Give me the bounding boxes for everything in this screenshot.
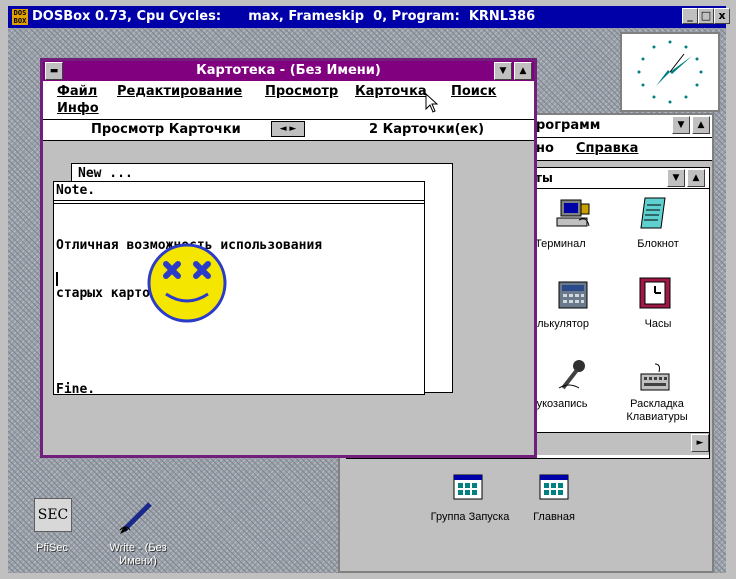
group-maximize-button[interactable]: ▲ (687, 169, 705, 187)
main-group-label: Главная (533, 511, 575, 523)
front-card[interactable]: Note. Отличная возможность использования… (53, 181, 425, 397)
dosbox-title-bar[interactable]: DOS BOX DOSBox 0.73, Cpu Cycles: max, Fr… (8, 6, 726, 28)
smiley-face-icon (147, 243, 227, 323)
calculator-icon[interactable] (555, 278, 591, 312)
scroll-right-button[interactable]: ► (691, 434, 709, 452)
terminal-label: Терминал (535, 238, 586, 250)
text-caret (56, 272, 58, 286)
clock-window[interactable] (620, 32, 720, 112)
clock-app-icon[interactable] (637, 276, 673, 310)
cardfile-system-menu-button[interactable]: ▬ (45, 62, 63, 80)
cardfile-minimize-button[interactable]: ▼ (494, 62, 512, 80)
menu-view[interactable]: Просмотр (265, 83, 338, 101)
view-mode-label: Просмотр Карточки (91, 122, 241, 137)
pm-maximize-button[interactable]: ▲ (692, 116, 710, 134)
card-nav-arrows[interactable]: ◄ ► (271, 121, 305, 137)
cardfile-title: Картотека - (Без Имени) (196, 63, 381, 78)
notepad-icon[interactable] (635, 196, 671, 230)
clock-face-icon (637, 40, 703, 104)
cardfile-maximize-button[interactable]: ▲ (514, 62, 532, 80)
mouse-cursor-icon (425, 93, 439, 113)
close-button[interactable]: x (714, 8, 730, 24)
card-body-line (56, 334, 322, 350)
cardfile-status-bar: Просмотр Карточки ◄ ► 2 Карточки(ек) (43, 119, 534, 141)
menu-edit[interactable]: Редактирование (117, 83, 242, 101)
startup-group-icon[interactable] (450, 473, 486, 507)
calculator-label: алькулятор (531, 318, 589, 330)
front-card-title: Note. (56, 183, 96, 198)
pfisec-label: PfiSec (36, 542, 68, 554)
card-area: New ... Note. Отличная возможность испол… (43, 141, 534, 455)
card-count: 2 Карточки(ек) (369, 122, 485, 137)
startup-group-label: Группа Запуска (430, 511, 510, 523)
dosbox-window: DOS BOX DOSBox 0.73, Cpu Cycles: max, Fr… (0, 0, 736, 579)
menu-card[interactable]: Карточка (355, 83, 427, 101)
dosbox-app-icon-label: DOS BOX (13, 9, 27, 25)
back-card-title: New ... (78, 166, 133, 181)
write-label: Write - (Без Имени) (109, 542, 167, 567)
card-header: Note. (54, 182, 424, 201)
maximize-button[interactable]: □ (698, 8, 714, 24)
terminal-icon[interactable] (555, 198, 591, 232)
write-app-icon[interactable] (116, 500, 156, 538)
cardfile-window: ▬ Картотека - (Без Имени) ▼ ▲ Файл Редак… (40, 58, 537, 458)
clock-label: Часы (644, 318, 672, 330)
group-title: ты (535, 171, 553, 185)
pm-menu-help[interactable]: Справка (576, 138, 638, 160)
dosbox-title-text: DOSBox 0.73, Cpu Cycles: max, Frameskip … (32, 9, 536, 24)
main-group-icon[interactable] (536, 473, 572, 507)
program-manager-title: рограмм (536, 118, 601, 133)
keyboard-layout-label: Раскладка Клавиатуры (626, 398, 688, 423)
pm-minimize-button[interactable]: ▼ (672, 116, 690, 134)
card-header-divider (54, 200, 424, 204)
menu-search[interactable]: Поиск (451, 83, 496, 101)
sound-recorder-icon[interactable] (555, 358, 591, 392)
dosbox-app-icon[interactable]: DOS BOX (12, 9, 28, 25)
menu-file[interactable]: Файл (57, 83, 97, 101)
notepad-label: Блокнот (637, 238, 679, 250)
win31-desktop: рограмм ▼ ▲ но Справка ты ▼ ▲ Терминал Б… (8, 28, 726, 573)
cardfile-title-bar[interactable]: ▬ Картотека - (Без Имени) ▼ ▲ (43, 61, 534, 81)
sound-recorder-label: вукозапись (531, 398, 588, 410)
minimize-button[interactable]: _ (682, 8, 698, 24)
group-minimize-button[interactable]: ▼ (667, 169, 685, 187)
pm-menu-window[interactable]: но (536, 138, 554, 160)
cardfile-menu-bar: Файл Редактирование Просмотр Карточка По… (43, 81, 534, 119)
card-body-line: Fine. (56, 382, 96, 397)
pfisec-app-icon[interactable]: SEC (34, 498, 72, 532)
keyboard-layout-icon[interactable] (637, 360, 673, 394)
menu-info[interactable]: Инфо (57, 100, 99, 118)
